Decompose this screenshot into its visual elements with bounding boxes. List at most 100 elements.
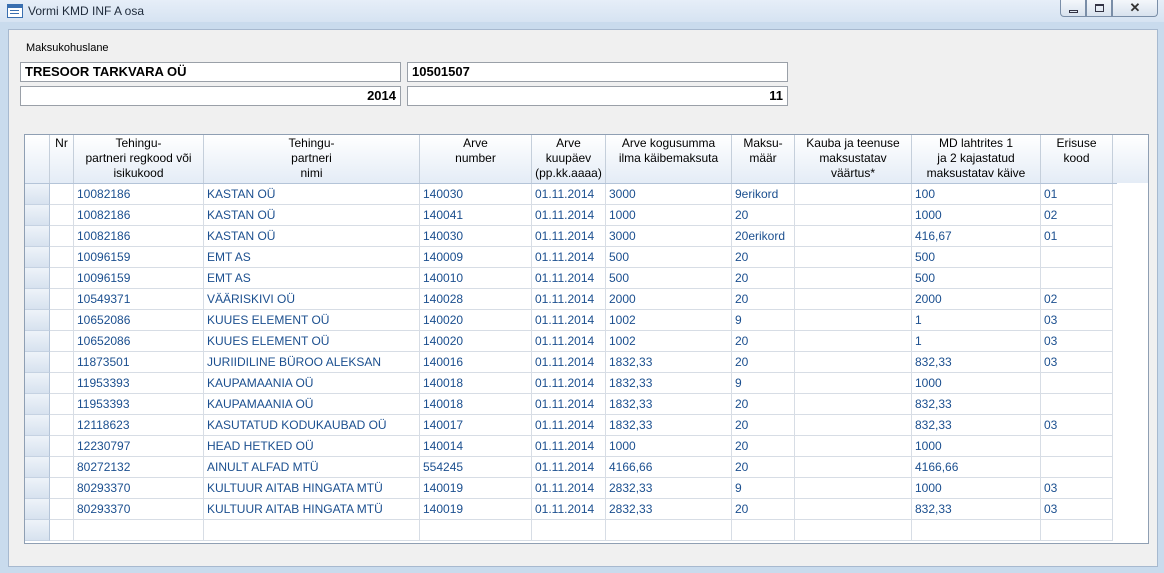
cell-tax-rate[interactable]: 20 [732,415,795,436]
cell-invoice-number[interactable] [420,520,532,541]
cell-invoice-number[interactable]: 140019 [420,478,532,499]
cell-invoice-total[interactable]: 1002 [606,331,732,352]
cell-tax-rate[interactable]: 20 [732,457,795,478]
cell-taxable-value[interactable] [795,499,912,520]
cell-nr[interactable] [50,457,74,478]
cell-partner-code[interactable]: 11953393 [74,373,204,394]
cell-partner-code[interactable] [74,520,204,541]
table-row[interactable]: 11953393 KAUPAMAANIA OÜ 140018 01.11.2014 18… [25,394,1148,415]
cell-invoice-date[interactable]: 01.11.2014 [532,331,606,352]
cell-partner-name[interactable]: KUUES ELEMENT OÜ [204,310,420,331]
cell-invoice-number[interactable]: 140041 [420,205,532,226]
cell-invoice-date[interactable]: 01.11.2014 [532,499,606,520]
cell-special-code[interactable] [1041,394,1113,415]
cell-special-code[interactable]: 03 [1041,331,1113,352]
cell-partner-name[interactable]: KASTAN OÜ [204,205,420,226]
column-header-nr[interactable]: Nr [50,135,74,183]
cell-invoice-number[interactable]: 140030 [420,184,532,205]
cell-invoice-total[interactable]: 1832,33 [606,415,732,436]
cell-special-code[interactable]: 01 [1041,226,1113,247]
cell-invoice-total[interactable]: 1832,33 [606,373,732,394]
maximize-button[interactable] [1086,0,1112,17]
table-row[interactable] [25,520,1148,541]
cell-invoice-total[interactable]: 3000 [606,226,732,247]
cell-special-code[interactable] [1041,373,1113,394]
cell-invoice-number[interactable]: 140010 [420,268,532,289]
cell-special-code[interactable]: 02 [1041,205,1113,226]
cell-invoice-total[interactable]: 500 [606,247,732,268]
cell-invoice-number[interactable]: 140028 [420,289,532,310]
cell-invoice-date[interactable]: 01.11.2014 [532,247,606,268]
column-header-invoice-date[interactable]: Arve kuupäev (pp.kk.aaaa) [532,135,606,183]
column-header-tax-rate[interactable]: Maksu- määr [732,135,795,183]
cell-special-code[interactable]: 03 [1041,415,1113,436]
cell-tax-rate[interactable] [732,520,795,541]
cell-tax-rate[interactable]: 9 [732,310,795,331]
cell-invoice-number[interactable]: 140019 [420,499,532,520]
cell-md-turnover[interactable]: 416,67 [912,226,1041,247]
cell-md-turnover[interactable]: 1 [912,310,1041,331]
table-row[interactable]: 80272132 AINULT ALFAD MTÜ 554245 01.11.2014… [25,457,1148,478]
cell-partner-name[interactable]: KASUTATUD KODUKAUBAD OÜ [204,415,420,436]
cell-invoice-total[interactable]: 2000 [606,289,732,310]
cell-partner-name[interactable]: AINULT ALFAD MTÜ [204,457,420,478]
cell-partner-name[interactable]: EMT AS [204,268,420,289]
column-header-special-code[interactable]: Erisuse kood [1041,135,1113,183]
cell-invoice-number[interactable]: 140018 [420,373,532,394]
cell-partner-name[interactable]: VÄÄRISKIVI OÜ [204,289,420,310]
cell-md-turnover[interactable] [912,520,1041,541]
cell-invoice-total[interactable]: 4166,66 [606,457,732,478]
cell-md-turnover[interactable]: 832,33 [912,352,1041,373]
cell-invoice-date[interactable]: 01.11.2014 [532,436,606,457]
cell-taxable-value[interactable] [795,457,912,478]
cell-nr[interactable] [50,436,74,457]
column-header-md-turnover[interactable]: MD lahtrites 1 ja 2 kajastatud maksustat… [912,135,1041,183]
table-row[interactable]: 12118623 KASUTATUD KODUKAUBAD OÜ 140017 01.… [25,415,1148,436]
cell-tax-rate[interactable]: 20 [732,247,795,268]
table-row[interactable]: 11873501 JURIIDILINE BÜROO ALEKSAN 140016 0… [25,352,1148,373]
cell-invoice-number[interactable]: 140018 [420,394,532,415]
cell-tax-rate[interactable]: 20 [732,394,795,415]
cell-nr[interactable] [50,205,74,226]
cell-taxable-value[interactable] [795,268,912,289]
cell-invoice-number[interactable]: 140016 [420,352,532,373]
cell-invoice-date[interactable]: 01.11.2014 [532,226,606,247]
cell-nr[interactable] [50,289,74,310]
cell-invoice-number[interactable]: 140017 [420,415,532,436]
cell-md-turnover[interactable]: 2000 [912,289,1041,310]
cell-partner-code[interactable]: 10652086 [74,331,204,352]
cell-md-turnover[interactable]: 1000 [912,205,1041,226]
cell-invoice-total[interactable]: 1832,33 [606,394,732,415]
cell-invoice-date[interactable]: 01.11.2014 [532,415,606,436]
cell-special-code[interactable] [1041,247,1113,268]
cell-partner-name[interactable]: JURIIDILINE BÜROO ALEKSAN [204,352,420,373]
cell-partner-code[interactable]: 12230797 [74,436,204,457]
column-header-invoice-number[interactable]: Arve number [420,135,532,183]
cell-taxable-value[interactable] [795,394,912,415]
cell-md-turnover[interactable]: 4166,66 [912,457,1041,478]
cell-taxable-value[interactable] [795,226,912,247]
cell-partner-name[interactable]: HEAD HETKED OÜ [204,436,420,457]
cell-nr[interactable] [50,394,74,415]
cell-md-turnover[interactable]: 1000 [912,373,1041,394]
close-button[interactable]: ✕ [1112,0,1158,17]
cell-taxable-value[interactable] [795,352,912,373]
cell-partner-code[interactable]: 80293370 [74,478,204,499]
cell-nr[interactable] [50,268,74,289]
column-header-partner-code[interactable]: Tehingu- partneri regkood või isikukood [74,135,204,183]
cell-taxable-value[interactable] [795,310,912,331]
cell-tax-rate[interactable]: 9 [732,478,795,499]
cell-nr[interactable] [50,247,74,268]
cell-partner-name[interactable] [204,520,420,541]
minimize-button[interactable] [1060,0,1086,17]
cell-invoice-date[interactable]: 01.11.2014 [532,373,606,394]
cell-invoice-total[interactable]: 2832,33 [606,478,732,499]
cell-md-turnover[interactable]: 1000 [912,478,1041,499]
cell-tax-rate[interactable]: 20 [732,331,795,352]
cell-invoice-total[interactable] [606,520,732,541]
cell-invoice-total[interactable]: 1002 [606,310,732,331]
cell-md-turnover[interactable]: 500 [912,268,1041,289]
table-row[interactable]: 80293370 KULTUUR AITAB HINGATA MTÜ 140019 0… [25,499,1148,520]
table-row[interactable]: 80293370 KULTUUR AITAB HINGATA MTÜ 140019 0… [25,478,1148,499]
cell-special-code[interactable]: 03 [1041,499,1113,520]
